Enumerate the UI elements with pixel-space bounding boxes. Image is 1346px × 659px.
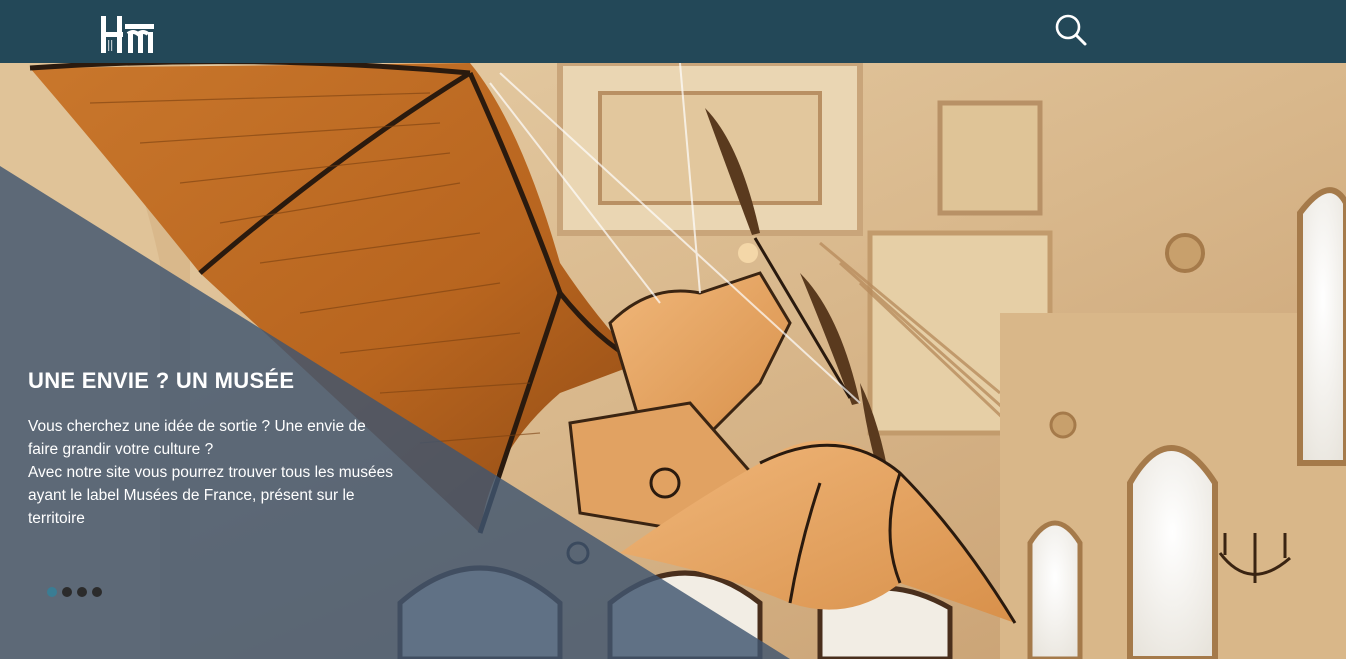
search-button[interactable] bbox=[1054, 13, 1088, 47]
hero-description: Vous cherchez une idée de sortie ? Une e… bbox=[28, 415, 393, 530]
hero-text-overlay bbox=[0, 166, 790, 659]
site-logo[interactable] bbox=[101, 16, 154, 53]
search-icon bbox=[1055, 14, 1087, 46]
logo-icon bbox=[101, 16, 154, 53]
hero-title: UNE ENVIE ? UN MUSÉE bbox=[28, 368, 295, 393]
carousel-dot-4[interactable] bbox=[92, 587, 102, 597]
carousel-dot-1[interactable] bbox=[47, 587, 57, 597]
top-navigation-bar bbox=[0, 0, 1346, 63]
carousel-dot-3[interactable] bbox=[77, 587, 87, 597]
hero-carousel: UNE ENVIE ? UN MUSÉE Vous cherchez une i… bbox=[0, 63, 1346, 659]
hero-description-line-2: Avec notre site vous pourrez trouver tou… bbox=[28, 464, 393, 527]
carousel-indicators bbox=[47, 587, 102, 599]
carousel-dot-2[interactable] bbox=[62, 587, 72, 597]
hero-description-line-1: Vous cherchez une idée de sortie ? Une e… bbox=[28, 418, 366, 458]
